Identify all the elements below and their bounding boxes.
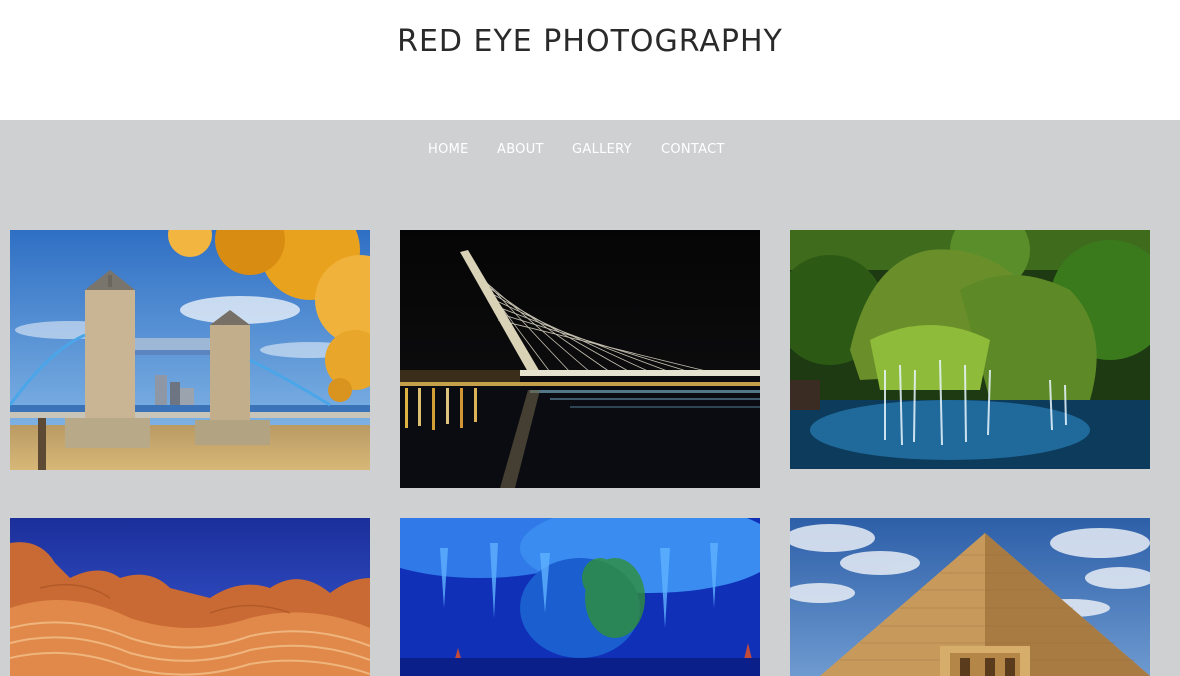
nav-contact[interactable]: CONTACT xyxy=(661,142,725,157)
photo-blue-cave[interactable] xyxy=(400,518,760,676)
photo-sandstone-canyon[interactable] xyxy=(10,518,370,676)
nav-gallery[interactable]: GALLERY xyxy=(572,142,632,157)
site-header: RED EYE PHOTOGRAPHY xyxy=(0,0,1180,120)
photo-pyramid[interactable] xyxy=(790,518,1150,676)
photo-tower-bridge[interactable] xyxy=(10,230,370,470)
nav-about[interactable]: ABOUT xyxy=(497,142,544,157)
photo-waterfall[interactable] xyxy=(790,230,1150,469)
photo-night-bridge[interactable] xyxy=(400,230,760,488)
site-title[interactable]: RED EYE PHOTOGRAPHY xyxy=(0,24,1180,59)
main-nav: HOME ABOUT GALLERY CONTACT xyxy=(0,120,1180,180)
nav-home[interactable]: HOME xyxy=(428,142,469,157)
